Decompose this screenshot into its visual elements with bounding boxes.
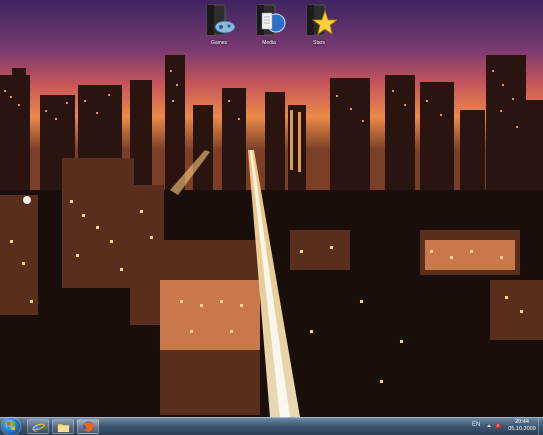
desktop-icon-media[interactable]: Media: [247, 3, 291, 46]
taskbar: e EN 20:44 05.10.2009: [0, 417, 543, 435]
desktop-icon-label: Media: [262, 40, 276, 46]
show-desktop-button[interactable]: [538, 418, 543, 435]
clock-date: 05.10.2009: [508, 426, 536, 432]
taskbar-ie-button[interactable]: e: [27, 419, 49, 434]
city-night-wallpaper: [0, 0, 543, 417]
taskbar-explorer-button[interactable]: [52, 419, 74, 434]
taskbar-firefox-button[interactable]: [77, 419, 99, 434]
taskbar-clock[interactable]: 20:44 05.10.2009: [506, 419, 538, 433]
desktop-icon-games[interactable]: Games: [197, 3, 241, 46]
folder-icon: [57, 423, 70, 433]
desktop-wallpaper: Games Media Stars: [0, 0, 543, 417]
clock-time: 20:44: [515, 419, 529, 425]
desktop-icon-label: Games: [210, 40, 228, 46]
language-indicator[interactable]: EN: [472, 422, 480, 428]
action-center-flag-icon[interactable]: [495, 423, 501, 429]
desktop-icon-stars[interactable]: Stars: [297, 3, 341, 46]
gamepad-folder-icon: [201, 3, 237, 39]
desktop-icon-label: Stars: [313, 40, 325, 46]
firefox-icon: [83, 421, 94, 433]
start-button[interactable]: [2, 418, 20, 435]
internet-explorer-icon: e: [32, 421, 45, 433]
star-folder-icon: [301, 3, 339, 39]
tray-arrow-icon[interactable]: [486, 423, 492, 429]
start-orb-icon: [7, 422, 15, 430]
media-folder-icon: [251, 3, 287, 39]
